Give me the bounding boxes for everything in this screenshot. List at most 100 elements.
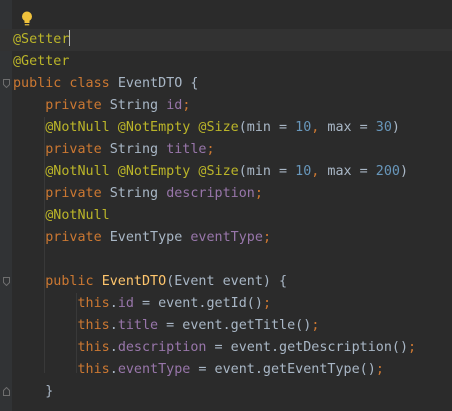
code-token: this xyxy=(77,340,110,355)
code-token: 10 xyxy=(295,120,312,135)
code-token: @NotNull @NotEmpty @Size xyxy=(45,164,239,179)
code-token: public xyxy=(45,274,102,289)
code-token: String xyxy=(109,98,167,113)
code-token: ; xyxy=(375,362,384,377)
code-line[interactable]: this.title = event.getTitle(); xyxy=(0,315,452,337)
code-token: = event.getId() xyxy=(133,296,263,311)
code-token: . xyxy=(109,296,118,311)
code-token: . xyxy=(109,362,118,377)
code-token: , xyxy=(311,120,328,135)
code-line[interactable]: private String title; xyxy=(0,139,452,161)
code-token: title xyxy=(166,142,207,157)
code-token: ; xyxy=(254,186,263,201)
code-line[interactable]: @NotNull @NotEmpty @Size(min = 10, max =… xyxy=(0,117,452,139)
code-token: = event.getDescription() xyxy=(206,340,409,355)
code-token: public class xyxy=(13,76,118,91)
code-token: ) xyxy=(391,120,400,135)
code-token: this xyxy=(77,362,110,377)
fold-marker-icon[interactable] xyxy=(3,387,10,396)
code-token: . xyxy=(109,340,118,355)
code-token: String xyxy=(109,186,167,201)
code-token: (Event event) { xyxy=(166,274,288,289)
code-token: private xyxy=(45,98,110,113)
code-token: = event.getTitle() xyxy=(158,318,312,333)
code-text: this.description = event.getDescription(… xyxy=(13,337,417,359)
code-line[interactable]: @Setter xyxy=(0,29,452,51)
code-line[interactable]: private EventType eventType; xyxy=(0,227,452,249)
code-text: public class EventDTO { xyxy=(13,73,198,95)
code-line[interactable]: @Getter xyxy=(0,51,452,73)
code-text: @Setter xyxy=(13,29,71,51)
code-token: String xyxy=(109,142,167,157)
code-token: private xyxy=(45,230,110,245)
code-token: @NotNull xyxy=(45,208,110,223)
code-token: EventType xyxy=(109,230,191,245)
code-token: ; xyxy=(262,296,271,311)
code-lines: @Setter @Getter public class EventDTO { pr… xyxy=(0,29,452,403)
code-token: @Getter xyxy=(13,54,70,69)
code-line[interactable]: public class EventDTO { xyxy=(0,73,452,95)
code-token: @NotNull @NotEmpty @Size xyxy=(45,120,239,135)
code-line[interactable]: this.id = event.getId(); xyxy=(0,293,452,315)
fold-marker-icon[interactable] xyxy=(3,79,10,88)
code-token: } xyxy=(13,384,54,399)
code-token: this xyxy=(77,296,110,311)
code-text: this.eventType = event.getEventType(); xyxy=(13,359,384,381)
code-line[interactable]: } xyxy=(0,381,452,403)
code-text: @NotNull @NotEmpty @Size(min = 10, max =… xyxy=(13,161,408,183)
code-token: 200 xyxy=(375,164,400,179)
code-line[interactable] xyxy=(0,249,452,271)
code-token: . xyxy=(109,318,118,333)
fold-marker-icon[interactable] xyxy=(3,277,10,286)
code-token: 10 xyxy=(295,164,312,179)
code-text: @NotNull xyxy=(13,205,110,227)
code-token: private xyxy=(45,142,110,157)
code-line[interactable]: this.eventType = event.getEventType(); xyxy=(0,359,452,381)
code-text: public EventDTO(Event event) { xyxy=(13,271,287,293)
code-token: private xyxy=(45,186,110,201)
code-text: private String title; xyxy=(13,139,215,161)
code-token: , xyxy=(311,164,328,179)
code-token: 30 xyxy=(375,120,392,135)
lightbulb-icon[interactable] xyxy=(21,11,33,27)
code-token: (min = xyxy=(238,164,296,179)
code-line[interactable]: private String id; xyxy=(0,95,452,117)
code-token: eventType xyxy=(117,362,191,377)
code-line[interactable]: private String description; xyxy=(0,183,452,205)
code-text: this.id = event.getId(); xyxy=(13,293,272,315)
code-line[interactable]: @NotNull xyxy=(0,205,452,227)
code-token: id xyxy=(166,98,183,113)
code-line[interactable]: @NotNull @NotEmpty @Size(min = 10, max =… xyxy=(0,161,452,183)
code-text: } xyxy=(13,381,53,403)
code-token: EventDTO xyxy=(101,274,167,289)
code-token: ; xyxy=(311,318,320,333)
code-text: @NotNull @NotEmpty @Size(min = 10, max =… xyxy=(13,117,400,139)
code-token: ; xyxy=(408,340,417,355)
code-text: this.title = event.getTitle(); xyxy=(13,315,320,337)
code-editor[interactable]: @Setter @Getter public class EventDTO { pr… xyxy=(0,0,452,411)
code-token: id xyxy=(117,296,134,311)
code-token: @Setter xyxy=(13,32,70,47)
code-line[interactable]: public EventDTO(Event event) { xyxy=(0,271,452,293)
code-line[interactable]: this.description = event.getDescription(… xyxy=(0,337,452,359)
code-token: EventDTO { xyxy=(117,76,199,91)
code-token: this xyxy=(77,318,110,333)
code-text: private String description; xyxy=(13,183,263,205)
code-token: ; xyxy=(262,230,271,245)
code-text: @Getter xyxy=(13,51,69,73)
code-token: max = xyxy=(327,120,376,135)
code-token: description xyxy=(166,186,255,201)
code-text: private EventType eventType; xyxy=(13,227,271,249)
code-token: ; xyxy=(206,142,215,157)
